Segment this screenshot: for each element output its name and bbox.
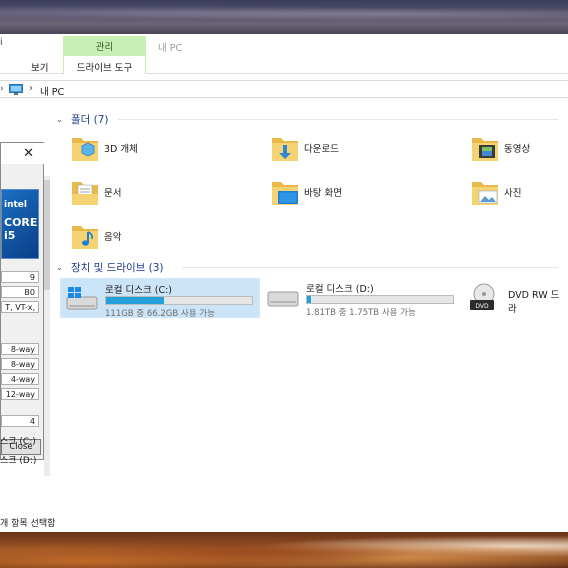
drive-item-dvd[interactable]: DVD DVD RW 드라: [464, 278, 568, 318]
chevron-down-icon[interactable]: ⌄: [56, 263, 66, 272]
status-bar-text: 개 항목 선택함: [0, 519, 56, 529]
cpu-field: 9: [1, 271, 39, 283]
desktop-folder-icon: [272, 182, 298, 205]
cpu-field: B0: [1, 286, 39, 298]
desktop-wallpaper-top: [0, 0, 568, 34]
folder-label: 음악: [104, 232, 122, 243]
breadcrumb-location[interactable]: 내 PC: [40, 84, 64, 98]
address-bar-row: › › 내 PC: [0, 78, 568, 100]
window-title: 내 PC: [158, 43, 183, 54]
hard-drive-icon: [267, 291, 299, 307]
folder-label: 다운로드: [304, 144, 339, 155]
folder-item-pictures[interactable]: 사진: [470, 176, 521, 208]
drive-name: 로컬 디스크 (C:): [105, 285, 172, 296]
dvd-drive-icon: DVD: [470, 283, 495, 310]
folder-label: 바탕 화면: [304, 188, 342, 199]
drive-usage-bar: [306, 295, 454, 304]
videos-folder-icon: [472, 138, 498, 161]
cpu-field: T, VT-x,: [1, 301, 39, 313]
folder-label: 사진: [504, 188, 522, 199]
group-divider: [118, 119, 558, 120]
nav-arrow-icon[interactable]: ›: [0, 84, 4, 94]
svg-text:DVD: DVD: [475, 303, 489, 310]
music-folder-icon: [72, 226, 98, 249]
3d-objects-folder-icon: [72, 138, 98, 161]
cpu-info-dialog: ✕ intel CORE i5 9 B0 T, VT-x, 8-way 8-wa…: [0, 142, 44, 460]
sidebar-item-drive-d[interactable]: 스크 (D:): [0, 453, 36, 466]
drive-item-d[interactable]: 로컬 디스크 (D:) 1.81TB 중 1.75TB 사용 가능: [262, 278, 462, 318]
documents-folder-icon: [72, 182, 98, 205]
drive-name: DVD RW 드라: [508, 290, 560, 315]
dialog-close-icon[interactable]: ✕: [1, 143, 44, 164]
threads-field: 4: [1, 415, 39, 427]
group-header-folders[interactable]: ⌄ 폴더 (7): [52, 112, 562, 126]
folder-item-3d-objects[interactable]: 3D 개체: [70, 132, 138, 164]
breadcrumb-separator-icon: ›: [29, 83, 33, 94]
folder-item-downloads[interactable]: 다운로드: [270, 132, 339, 164]
cache-field: 8-way: [1, 358, 39, 370]
folder-label: 문서: [104, 188, 122, 199]
file-explorer-window: i 관리 내 PC 보기 드라이브 도구 › › 내 PC ✕ intel CO…: [0, 34, 568, 532]
chevron-down-icon[interactable]: ⌄: [56, 115, 66, 124]
folder-label: 동영상: [504, 144, 531, 155]
group-header-devices-label: 장치 및 드라이브 (3): [71, 261, 164, 274]
folder-item-videos[interactable]: 동영상: [470, 132, 530, 164]
this-pc-icon: [9, 84, 23, 95]
desktop-wallpaper-bottom: [0, 532, 568, 568]
downloads-folder-icon: [272, 138, 298, 161]
folder-item-documents[interactable]: 문서: [70, 176, 121, 208]
cache-field: 4-way: [1, 373, 39, 385]
folder-item-music[interactable]: 음악: [70, 220, 121, 252]
folder-label: 3D 개체: [104, 144, 138, 155]
group-divider: [182, 267, 558, 268]
tab-view[interactable]: 보기: [31, 60, 48, 74]
nav-pane-scroll-thumb[interactable]: [44, 180, 50, 290]
drive-name: 로컬 디스크 (D:): [306, 284, 374, 295]
drive-space-text: 111GB 중 66.2GB 사용 가능: [105, 309, 215, 319]
group-header-devices[interactable]: ⌄ 장치 및 드라이브 (3): [52, 260, 562, 274]
cache-field: 8-way: [1, 343, 39, 355]
address-bar[interactable]: › › 내 PC: [0, 80, 568, 98]
drive-usage-bar: [105, 296, 253, 305]
intel-logo: intel CORE i5: [1, 189, 39, 259]
cache-field: 12-way: [1, 388, 39, 400]
group-header-folders-label: 폴더 (7): [71, 113, 109, 126]
drive-item-c[interactable]: 로컬 디스크 (C:) 111GB 중 66.2GB 사용 가능: [60, 278, 260, 319]
ribbon-left-edge: i: [0, 37, 3, 48]
drive-usage-fill: [106, 297, 165, 304]
intel-logo-model: CORE i5: [4, 216, 38, 242]
ribbon: i 관리 내 PC 보기 드라이브 도구: [0, 34, 568, 74]
folder-item-desktop[interactable]: 바탕 화면: [270, 176, 342, 208]
tab-drive-tools[interactable]: 드라이브 도구: [63, 60, 146, 74]
drive-usage-fill: [307, 296, 312, 303]
pictures-folder-icon: [472, 182, 498, 205]
content-pane: ⌄ 폴더 (7) 3D 개체 다운로드 동영상 문서 바탕 화면 사진 음악 ⌄…: [52, 110, 568, 538]
intel-logo-text: intel: [4, 200, 27, 210]
tab-manage[interactable]: 관리: [63, 36, 146, 56]
sidebar-item-drive-c[interactable]: 스크 (C:): [0, 434, 36, 447]
windows-drive-icon: [66, 287, 98, 310]
drive-space-text: 1.81TB 중 1.75TB 사용 가능: [306, 308, 416, 318]
